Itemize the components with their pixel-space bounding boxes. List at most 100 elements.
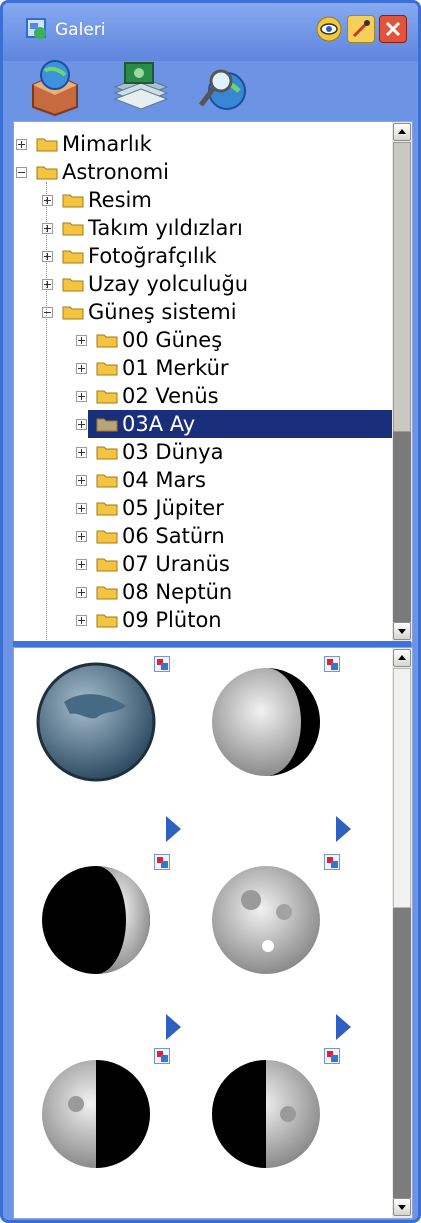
tree-item-label: 00 Güneş <box>122 328 223 352</box>
images-button[interactable] <box>109 55 171 117</box>
gallery-scroll-thumb[interactable] <box>393 668 411 908</box>
tree-item[interactable]: 09 Plüton <box>14 606 390 634</box>
thumbnail-item[interactable] <box>206 1046 356 1176</box>
gallery-scrollbar[interactable] <box>392 648 412 1218</box>
tree-item-label: 05 Jüpiter <box>122 496 224 520</box>
folder-icon <box>96 558 118 572</box>
thumbnail-gallery <box>13 647 413 1219</box>
tree-item[interactable]: Uzay yolculuğu <box>14 270 390 298</box>
expand-icon[interactable] <box>76 559 87 570</box>
folder-icon <box>96 474 118 488</box>
tree-item[interactable]: 02 Venüs <box>14 382 390 410</box>
tree-item-label: 02 Venüs <box>122 384 219 408</box>
expand-icon[interactable] <box>76 391 87 402</box>
tree-item[interactable]: 03A Ay <box>14 410 392 438</box>
expand-icon[interactable] <box>76 363 87 374</box>
tree-item[interactable]: 01 Merkür <box>14 354 390 382</box>
tree-item-label: 09 Plüton <box>122 608 222 632</box>
image-type-icon <box>154 854 170 870</box>
image-type-icon <box>324 656 340 672</box>
tree-scroll-thumb[interactable] <box>393 142 411 432</box>
expand-icon[interactable] <box>76 503 87 514</box>
image-type-icon <box>154 1048 170 1064</box>
play-arrow-icon[interactable] <box>336 1014 351 1040</box>
thumbnail-item[interactable] <box>36 852 186 982</box>
collapse-icon[interactable] <box>16 167 27 178</box>
pin-button[interactable] <box>347 15 375 43</box>
expand-icon[interactable] <box>42 195 53 206</box>
image-type-icon <box>154 656 170 672</box>
tree-item[interactable]: 07 Uranüs <box>14 550 390 578</box>
tree-item-label: 03 Dünya <box>122 440 224 464</box>
tree-item-label: Uzay yolculuğu <box>88 272 249 296</box>
expand-icon[interactable] <box>76 335 87 346</box>
expand-icon[interactable] <box>76 475 87 486</box>
eye-icon <box>316 16 342 42</box>
folder-icon <box>36 166 58 180</box>
thumbnail-item[interactable] <box>206 852 356 982</box>
folder-icon <box>96 502 118 516</box>
moon-thumb-waxing-crescent-image <box>42 866 150 974</box>
play-arrow-icon[interactable] <box>336 816 351 842</box>
search-button[interactable] <box>193 55 255 117</box>
play-arrow-icon[interactable] <box>166 816 181 842</box>
eye-button[interactable] <box>315 15 343 43</box>
tree-item[interactable]: 06 Satürn <box>14 522 390 550</box>
moon-thumb-waning-crescent-image <box>212 668 320 776</box>
tree-item[interactable]: 08 Neptün <box>14 578 390 606</box>
expand-icon[interactable] <box>76 419 87 430</box>
thumbnail-item[interactable] <box>206 654 356 784</box>
expand-icon[interactable] <box>16 139 27 150</box>
tree-item-label: 07 Uranüs <box>122 552 230 576</box>
thumbnail-item[interactable] <box>36 654 186 784</box>
gallery-scroll-track[interactable] <box>393 908 411 1198</box>
gallery-icon <box>26 18 46 39</box>
tree-item[interactable]: Mimarlık <box>14 130 390 158</box>
tree-item-label: 04 Mars <box>122 468 206 492</box>
tree-scrollbar[interactable] <box>392 122 412 642</box>
moon-thumb-full-image <box>212 866 320 974</box>
moon-thumb-last-quarter-image <box>42 1060 150 1168</box>
tree-item[interactable]: Fotoğrafçılık <box>14 242 390 270</box>
expand-icon[interactable] <box>76 447 87 458</box>
gallery-scroll-up-button[interactable] <box>393 649 411 667</box>
gallery-scroll-down-button[interactable] <box>393 1198 411 1216</box>
tree-item-label: Mimarlık <box>62 132 152 156</box>
expand-icon[interactable] <box>76 587 87 598</box>
category-tree: Mimarlık Astronomi Resim Takım yıldızları Fo… <box>13 121 413 643</box>
tree-scroll-up-button[interactable] <box>393 123 411 141</box>
window-title: Galeri <box>55 20 106 40</box>
thumbnail-item[interactable] <box>36 1046 186 1176</box>
search-globe-icon <box>199 69 246 110</box>
expand-icon[interactable] <box>42 223 53 234</box>
folder-icon <box>96 614 118 628</box>
image-type-icon <box>324 854 340 870</box>
folder-icon <box>62 306 84 320</box>
chevron-down-icon <box>398 1205 406 1210</box>
tree-item[interactable]: Güneş sistemi <box>14 298 390 326</box>
close-button[interactable] <box>379 15 407 43</box>
open-box-globe-icon <box>32 60 78 117</box>
tree-item[interactable]: 04 Mars <box>14 466 390 494</box>
tree-item[interactable]: Astronomi <box>14 158 390 186</box>
play-arrow-icon[interactable] <box>166 1014 181 1040</box>
folder-icon <box>96 334 118 348</box>
tree-scroll-track[interactable] <box>393 432 411 622</box>
expand-icon[interactable] <box>76 531 87 542</box>
tree-item-label: Güneş sistemi <box>88 300 237 324</box>
tree-item-label: Astronomi <box>62 160 170 184</box>
tree-item[interactable]: 05 Jüpiter <box>14 494 390 522</box>
tree-item[interactable]: Resim <box>14 186 390 214</box>
tree-item-label: Resim <box>88 188 152 212</box>
expand-icon[interactable] <box>42 279 53 290</box>
tree-item[interactable]: 03 Dünya <box>14 438 390 466</box>
tree-item[interactable]: Takım yıldızları <box>14 214 390 242</box>
gallery-window: Galeri Mimarlık Astronomi Resim Takım yı… <box>0 0 421 1223</box>
tree-scroll-down-button[interactable] <box>393 622 411 640</box>
collapse-icon[interactable] <box>42 307 53 318</box>
expand-icon[interactable] <box>42 251 53 262</box>
open-box-button[interactable] <box>25 55 87 117</box>
expand-icon[interactable] <box>76 615 87 626</box>
tree-item[interactable]: 00 Güneş <box>14 326 390 354</box>
folder-icon <box>62 250 84 264</box>
